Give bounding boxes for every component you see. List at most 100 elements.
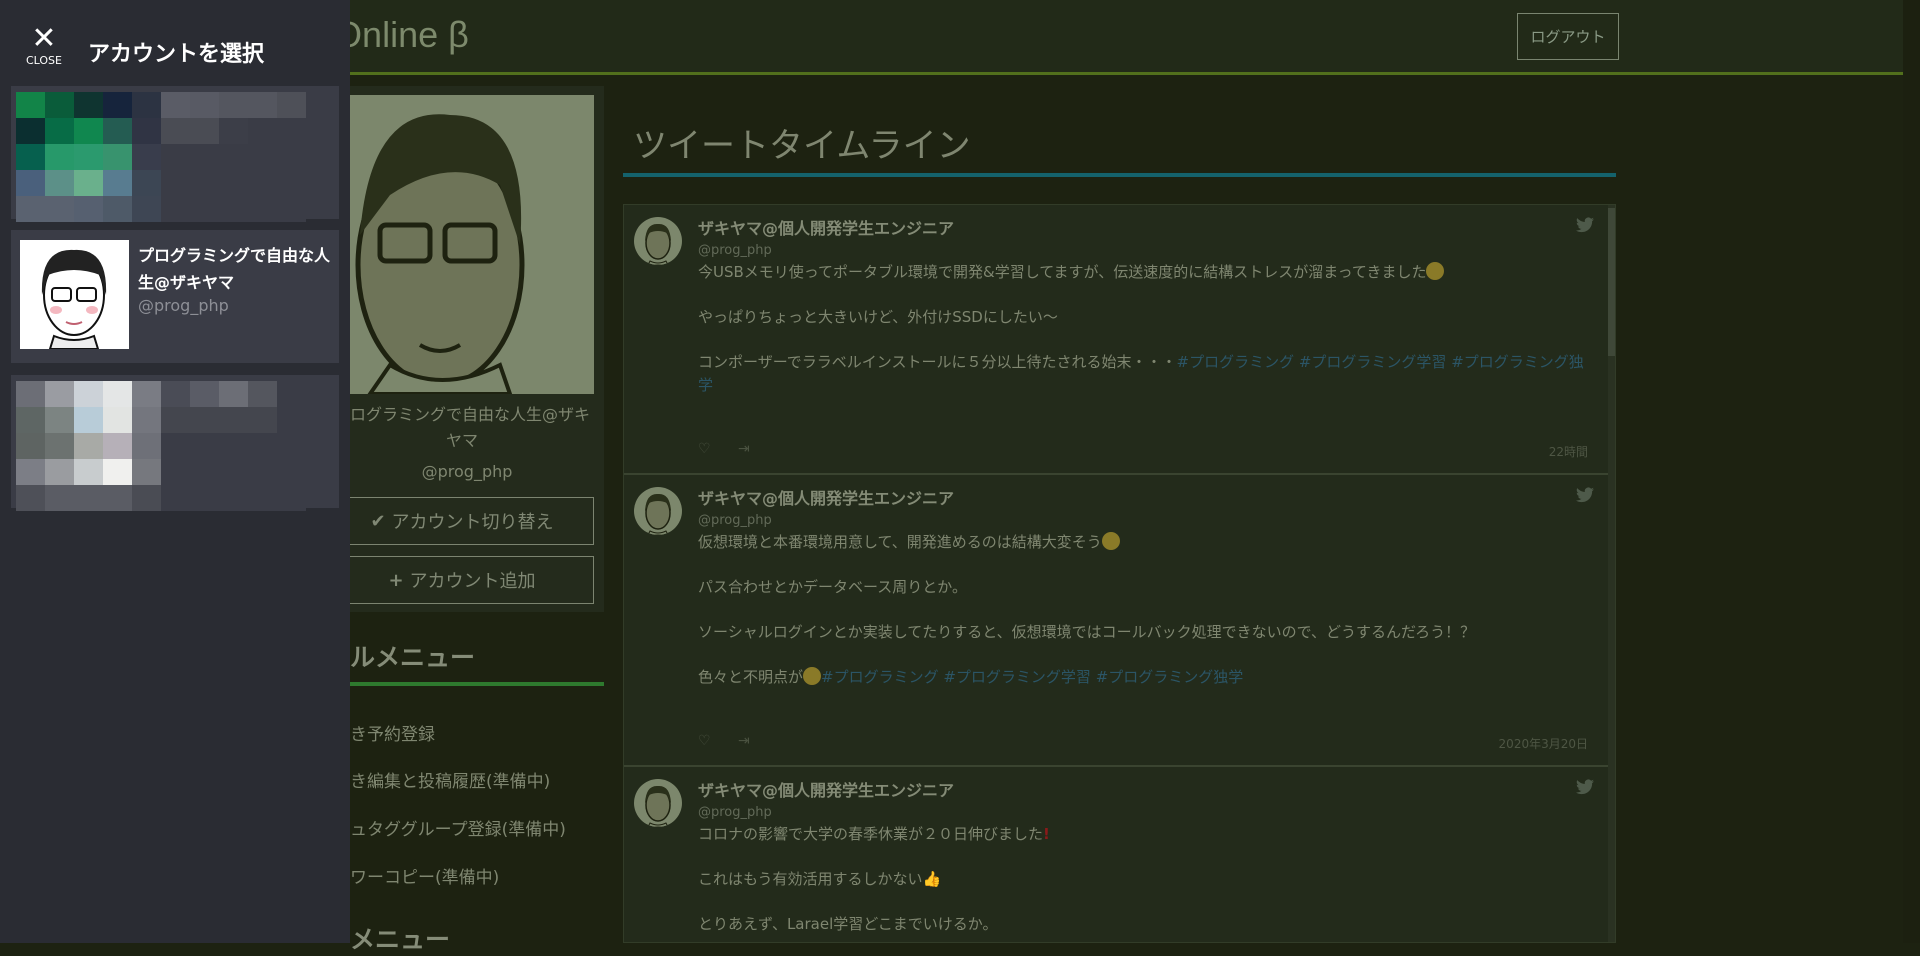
tweet-avatar[interactable] [634, 217, 682, 265]
mosaic-pixel [16, 459, 45, 485]
scrollbar[interactable] [1608, 205, 1615, 942]
mosaic-pixel [248, 407, 277, 433]
mosaic-pixel [45, 407, 74, 433]
tweet-text-line: ソーシャルログインとか実装してたりすると、仮想環境ではコールバック処理できないの… [698, 621, 1588, 644]
mosaic-pixel [132, 118, 161, 144]
mosaic-pixel [16, 92, 45, 118]
drawer-title: アカウントを選択 [88, 42, 265, 67]
menu-item[interactable]: き編集と投稿履歴(準備中) [350, 767, 550, 792]
tweet-text-line: パス合わせとかデータベース周りとか。 [698, 576, 1588, 599]
add-account-button[interactable]: + アカウント追加 [330, 556, 594, 604]
thumbs-up-emoji: 👍 [922, 869, 942, 888]
mosaic-pixel [219, 170, 248, 196]
retweet-icon[interactable]: ⇥ [738, 733, 750, 749]
mosaic-pixel [16, 170, 45, 196]
mosaic-pixel [103, 433, 132, 459]
mosaic-pixel [277, 118, 306, 144]
timeline-divider [623, 173, 1616, 177]
mosaic-pixel [132, 485, 161, 511]
mosaic-pixel [74, 196, 103, 222]
mosaic-pixel [132, 196, 161, 222]
mosaic-pixel [16, 144, 45, 170]
mosaic-pixel [103, 485, 132, 511]
mosaic-pixel [16, 407, 45, 433]
mosaic-pixel [161, 196, 190, 222]
mosaic-pixel [219, 92, 248, 118]
mosaic-pixel [190, 407, 219, 433]
account-card[interactable] [11, 375, 339, 511]
tweet: ザキヤマ@個人開発学生エンジニア @prog_php 仮想環境と本番環境用意して、… [624, 475, 1608, 767]
tweet-text: コロナの影響で大学の春季休業が２０日伸びました [698, 824, 1044, 843]
twitter-icon[interactable] [1576, 487, 1594, 503]
tweet-text-line [698, 598, 1588, 621]
mosaic-pixel [277, 381, 306, 407]
heart-icon[interactable]: ♡ [698, 733, 711, 749]
tweet-text-line [698, 329, 1588, 352]
mosaic-pixel [277, 459, 306, 485]
mosaic-pixel [132, 92, 161, 118]
tweet-footer: ♡ ⇥ 22時間 [698, 437, 1588, 463]
mosaic-pixel [74, 144, 103, 170]
blurred-avatar [16, 381, 306, 511]
mosaic-pixel [103, 170, 132, 196]
close-icon: ✕ [31, 21, 57, 56]
retweet-icon[interactable]: ⇥ [738, 441, 750, 457]
mosaic-pixel [248, 433, 277, 459]
tweet-text: コンポーザーでララベルインストールに５分以上待たされる始末・・・ [698, 353, 1177, 372]
mosaic-pixel [103, 118, 132, 144]
tweet-handle: @prog_php [698, 804, 772, 820]
twitter-icon[interactable] [1576, 217, 1594, 233]
mosaic-pixel [161, 459, 190, 485]
mosaic-pixel [45, 118, 74, 144]
tweet-author[interactable]: ザキヤマ@個人開発学生エンジニア [698, 779, 1588, 803]
tweet-text-line: 今USBメモリ使ってポータブル環境で開発&学習してますが、伝送速度的に結構ストレ… [698, 261, 1588, 284]
mosaic-pixel [161, 92, 190, 118]
account-card[interactable]: プログラミングで自由な人生@ザキヤマ @prog_php [11, 230, 339, 363]
tweet-text: とりあえず、Larael学習どこまでいけるか。 [698, 915, 998, 934]
mosaic-pixel [190, 459, 219, 485]
tweet-text: 色々と不明点が [698, 668, 804, 687]
tweet-text-line: コロナの影響で大学の春季休業が２０日伸びました! [698, 823, 1588, 846]
menu-item[interactable]: ワーコピー(準備中) [350, 863, 499, 888]
twitter-icon[interactable] [1576, 779, 1594, 795]
tweet-avatar[interactable] [634, 486, 682, 535]
mosaic-pixel [190, 170, 219, 196]
mosaic-pixel [248, 118, 277, 144]
mosaic-pixel [190, 485, 219, 511]
sweat-smile-emoji [1101, 531, 1120, 550]
sweat-smile-emoji [1426, 262, 1445, 280]
mosaic-pixel [248, 381, 277, 407]
heart-icon[interactable]: ♡ [698, 441, 711, 457]
tweet-text-line: とりあえず、Larael学習どこまでいけるか。 [698, 913, 1588, 936]
mosaic-pixel [190, 196, 219, 222]
tweet-author[interactable]: ザキヤマ@個人開発学生エンジニア [698, 487, 1588, 511]
switch-account-button[interactable]: ✔ アカウント切り替え [330, 497, 594, 545]
tweet-text-line: 色々と不明点が #プログラミング #プログラミング学習 #プログラミング独学 [698, 666, 1588, 689]
menu-item[interactable]: き予約登録 [350, 720, 435, 745]
mosaic-pixel [248, 196, 277, 222]
mosaic-pixel [45, 459, 74, 485]
account-card[interactable] [11, 86, 339, 222]
tweet-author[interactable]: ザキヤマ@個人開発学生エンジニア [698, 217, 1588, 241]
profile-name: プログラミングで自由な人生@ザキヤマ [333, 405, 590, 450]
mosaic-pixel [277, 144, 306, 170]
scrollbar-thumb[interactable] [1608, 208, 1615, 356]
menu-item[interactable]: ュタググループ登録(準備中) [350, 815, 566, 840]
mosaic-pixel [45, 196, 74, 222]
account-name: プログラミングで自由な人生@ザキヤマ [138, 246, 331, 292]
tweet-text: やっぱりちょっと大きいけど、外付けSSDにしたい〜 [698, 308, 1058, 327]
mosaic-pixel [16, 485, 45, 511]
close-button[interactable]: ✕ CLOSE [22, 24, 66, 68]
tweet-avatar[interactable] [634, 778, 682, 827]
double-check-icon: ✔ [370, 510, 386, 532]
tweet-text-line: 仮想環境と本番環境用意して、開発進めるのは結構大変そう [698, 531, 1588, 554]
mosaic-pixel [103, 381, 132, 407]
mosaic-pixel [161, 407, 190, 433]
tweet-timeline: ザキヤマ@個人開発学生エンジニア @prog_php 今USBメモリ使ってポータブ… [623, 204, 1616, 943]
tweet-time: 2020年3月20日 [1498, 736, 1588, 751]
mosaic-pixel [16, 196, 45, 222]
mosaic-pixel [103, 459, 132, 485]
profile-avatar [350, 95, 594, 396]
hashtags[interactable]: #プログラミング #プログラミング学習 #プログラミング独学 [821, 668, 1243, 686]
logout-button[interactable]: ログアウト [1517, 13, 1619, 60]
